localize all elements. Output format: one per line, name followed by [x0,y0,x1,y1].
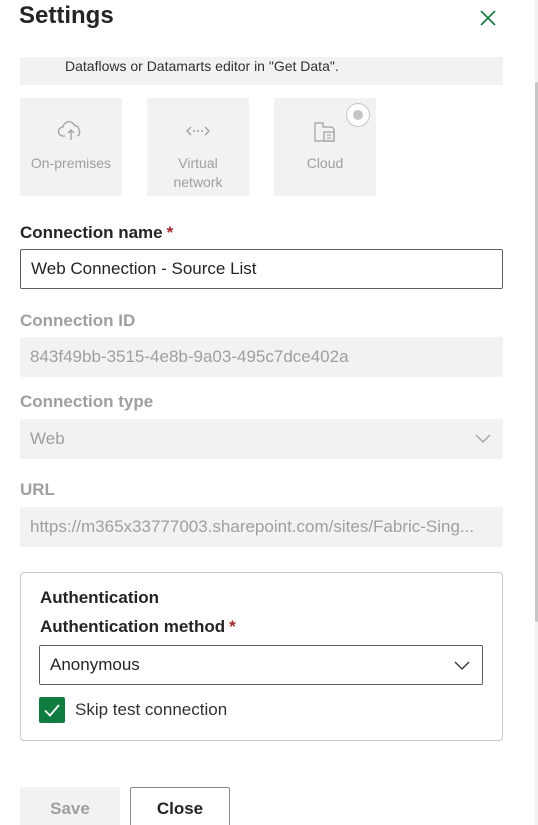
gateway-option-label: Virtual network [173,155,223,190]
cloud-building-icon [314,122,335,142]
cloud-upload-icon [57,121,81,140]
connection-name-input[interactable]: Web Connection - Source List [20,249,503,289]
url-label: URL [20,480,55,499]
authentication-method-label: Authentication method * [40,617,236,637]
chevron-down-icon [454,661,470,670]
authentication-section: Authentication Authentication method * An… [20,572,503,741]
gateway-option-label: On-premises [30,155,112,171]
selected-radio-indicator [346,103,370,127]
close-button[interactable]: Close [130,787,230,825]
gateway-option-on-premises[interactable]: On-premises [20,98,122,196]
virtual-network-icon [186,126,210,136]
info-text: Dataflows or Datamarts editor in "Get Da… [65,58,339,74]
authentication-method-label-text: Authentication method [40,617,226,636]
connection-type-select: Web [20,419,503,459]
connection-id-label: Connection ID [20,311,136,330]
chevron-down-icon [475,434,491,443]
save-button[interactable]: Save [20,787,120,825]
connection-name-label: Connection name * [20,223,173,243]
connection-type-value: Web [30,429,65,448]
authentication-title: Authentication [40,588,159,607]
skip-test-connection-checkbox[interactable] [39,697,65,723]
required-marker: * [166,223,174,242]
close-icon[interactable] [476,6,500,30]
gateway-option-cloud[interactable]: Cloud [274,98,376,196]
connection-name-label-text: Connection name [20,223,163,242]
authentication-method-dropdown[interactable]: Anonymous [39,645,483,685]
connection-type-label: Connection type [20,392,154,411]
gateway-option-virtual-network[interactable]: Virtual network [147,98,249,196]
gateway-option-label: Cloud [306,155,344,171]
skip-test-connection-label[interactable]: Skip test connection [75,700,227,720]
required-marker: * [229,617,236,636]
authentication-method-value: Anonymous [50,655,140,674]
info-banner: Dataflows or Datamarts editor in "Get Da… [20,57,503,85]
connection-id-field: 843f49bb-3515-4e8b-9a03-495c7dce402a [20,337,503,377]
checkmark-icon [44,704,60,717]
panel-title: Settings [19,2,114,29]
url-field: https://m365x33777003.sharepoint.com/sit… [20,507,503,547]
